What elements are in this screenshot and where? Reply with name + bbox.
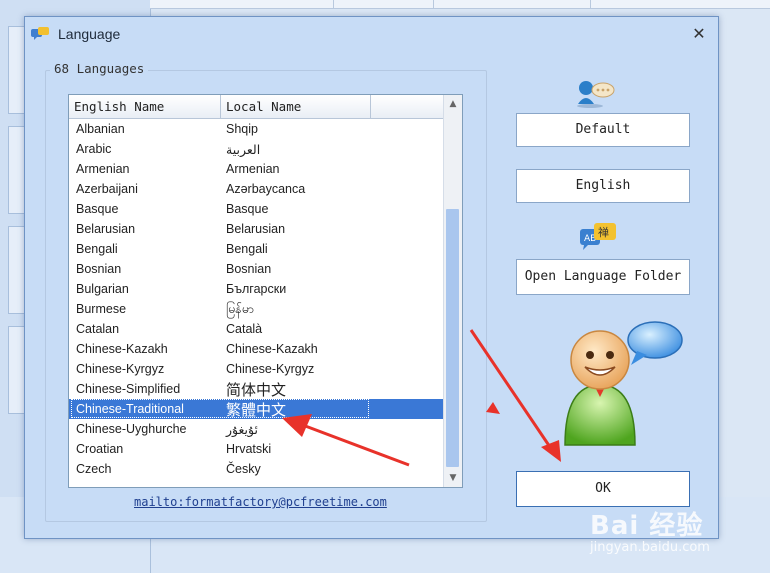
local-name-cell: Bengali xyxy=(226,242,268,256)
list-item[interactable]: Chinese-Traditional 繁體中文 xyxy=(69,399,443,419)
local-name-cell: Català xyxy=(226,322,263,336)
language-list[interactable]: English Name Local Name Albanian Shqip Ara… xyxy=(68,94,463,488)
column-header-english-name[interactable]: English Name xyxy=(69,95,221,118)
background-table-header xyxy=(150,0,770,9)
list-rows: Albanian Shqip Arabic العربية Armenian Armeni… xyxy=(69,119,443,479)
scroll-down-arrow-icon[interactable]: ▼ xyxy=(444,469,462,487)
title-bar: Language ✕ xyxy=(25,17,718,51)
english-name-cell: Chinese-Kazakh xyxy=(76,342,168,356)
english-name-cell: Burmese xyxy=(76,302,127,316)
list-header: English Name Local Name xyxy=(69,95,443,119)
list-item[interactable]: Azerbaijani Azərbaycanca xyxy=(69,179,443,199)
list-scrollbar[interactable]: ▲ ▼ xyxy=(443,95,462,487)
local-name-cell: Hrvatski xyxy=(226,442,272,456)
user-chat-icon xyxy=(564,321,683,446)
english-name-cell: Chinese-Kyrgyz xyxy=(76,362,165,376)
list-item[interactable]: Bengali Bengali xyxy=(69,239,443,259)
local-name-cell: Armenian xyxy=(226,162,280,176)
local-name-cell: Basque xyxy=(226,202,269,216)
scroll-thumb[interactable] xyxy=(446,209,459,467)
local-name-cell: ئۇيغۇر xyxy=(226,423,258,437)
watermark-url: jingyan.baidu.com xyxy=(590,540,710,555)
dialog-title: Language xyxy=(58,26,121,42)
scroll-up-arrow-icon[interactable]: ▲ xyxy=(444,95,462,113)
english-name-cell: Chinese-Traditional xyxy=(76,402,184,416)
english-name-cell: Belarusian xyxy=(76,222,136,236)
english-name-cell: Croatian xyxy=(76,442,124,456)
local-name-cell: 简体中文 xyxy=(226,382,287,399)
english-name-cell: Czech xyxy=(76,462,112,476)
email-link[interactable]: mailto:formatfactory@pcfreetime.com xyxy=(134,495,387,509)
column-header-local-name[interactable]: Local Name xyxy=(221,95,371,118)
background-column-divider xyxy=(433,0,434,8)
english-name-cell: Chinese-Simplified xyxy=(76,382,181,396)
local-name-cell: မြန်မာ xyxy=(226,302,254,316)
default-button[interactable]: Default xyxy=(516,113,690,147)
list-item[interactable]: Belarusian Belarusian xyxy=(69,219,443,239)
local-name-cell: 繁體中文 xyxy=(226,402,287,419)
list-item[interactable]: Catalan Català xyxy=(69,319,443,339)
english-name-cell: Arabic xyxy=(76,142,112,156)
svg-text:禅: 禅 xyxy=(598,225,609,239)
english-name-cell: Chinese-Uyghurche xyxy=(76,422,187,436)
local-name-cell: Česky xyxy=(226,462,261,476)
list-item[interactable]: Armenian Armenian xyxy=(69,159,443,179)
english-name-cell: Bulgarian xyxy=(76,282,129,296)
list-item[interactable]: Albanian Shqip xyxy=(69,119,443,139)
open-language-folder-button[interactable]: Open Language Folder xyxy=(516,259,690,295)
list-item[interactable]: Chinese-Kazakh Chinese-Kazakh xyxy=(69,339,443,359)
english-name-cell: Catalan xyxy=(76,322,120,336)
local-name-cell: Shqip xyxy=(226,122,258,136)
list-item[interactable]: Chinese-Kyrgyz Chinese-Kyrgyz xyxy=(69,359,443,379)
local-name-cell: Belarusian xyxy=(226,222,286,236)
english-name-cell: Basque xyxy=(76,202,119,216)
background-column-divider xyxy=(333,0,334,8)
list-item[interactable]: Basque Basque xyxy=(69,199,443,219)
english-name-cell: Armenian xyxy=(76,162,130,176)
list-item[interactable]: Croatian Hrvatski xyxy=(69,439,443,459)
list-item[interactable]: Burmese မြန်မာ xyxy=(69,299,443,319)
list-item[interactable]: Chinese-Uyghurche ئۇيغۇر xyxy=(69,419,443,439)
people-talking-icon xyxy=(577,81,615,108)
list-item[interactable]: Arabic العربية xyxy=(69,139,443,159)
list-item[interactable]: Bulgarian Български xyxy=(69,279,443,299)
local-name-cell: العربية xyxy=(226,143,261,157)
close-button[interactable]: ✕ xyxy=(690,25,708,43)
translate-icon: AB 禅 xyxy=(580,223,616,250)
list-item[interactable]: Bosnian Bosnian xyxy=(69,259,443,279)
background-column-divider xyxy=(590,0,591,8)
english-name-cell: Albanian xyxy=(76,122,125,136)
local-name-cell: Bosnian xyxy=(226,262,272,276)
local-name-cell: Български xyxy=(226,282,287,296)
list-item[interactable]: Czech Česky xyxy=(69,459,443,479)
local-name-cell: Chinese-Kazakh xyxy=(226,342,318,356)
local-name-cell: Azərbaycanca xyxy=(226,182,306,196)
ok-button[interactable]: OK xyxy=(516,471,690,507)
baidu-watermark: Bai 经验 jingyan.baidu.com xyxy=(590,505,710,555)
language-app-icon xyxy=(31,27,49,40)
english-button[interactable]: English xyxy=(516,169,690,203)
languages-count-label: 68 Languages xyxy=(50,61,149,76)
english-name-cell: Azerbaijani xyxy=(76,182,138,196)
english-name-cell: Bengali xyxy=(76,242,118,256)
watermark-logo-text: Bai 经验 xyxy=(590,511,704,541)
english-name-cell: Bosnian xyxy=(76,262,122,276)
list-item[interactable]: Chinese-Simplified 简体中文 xyxy=(69,379,443,399)
local-name-cell: Chinese-Kyrgyz xyxy=(226,362,315,376)
